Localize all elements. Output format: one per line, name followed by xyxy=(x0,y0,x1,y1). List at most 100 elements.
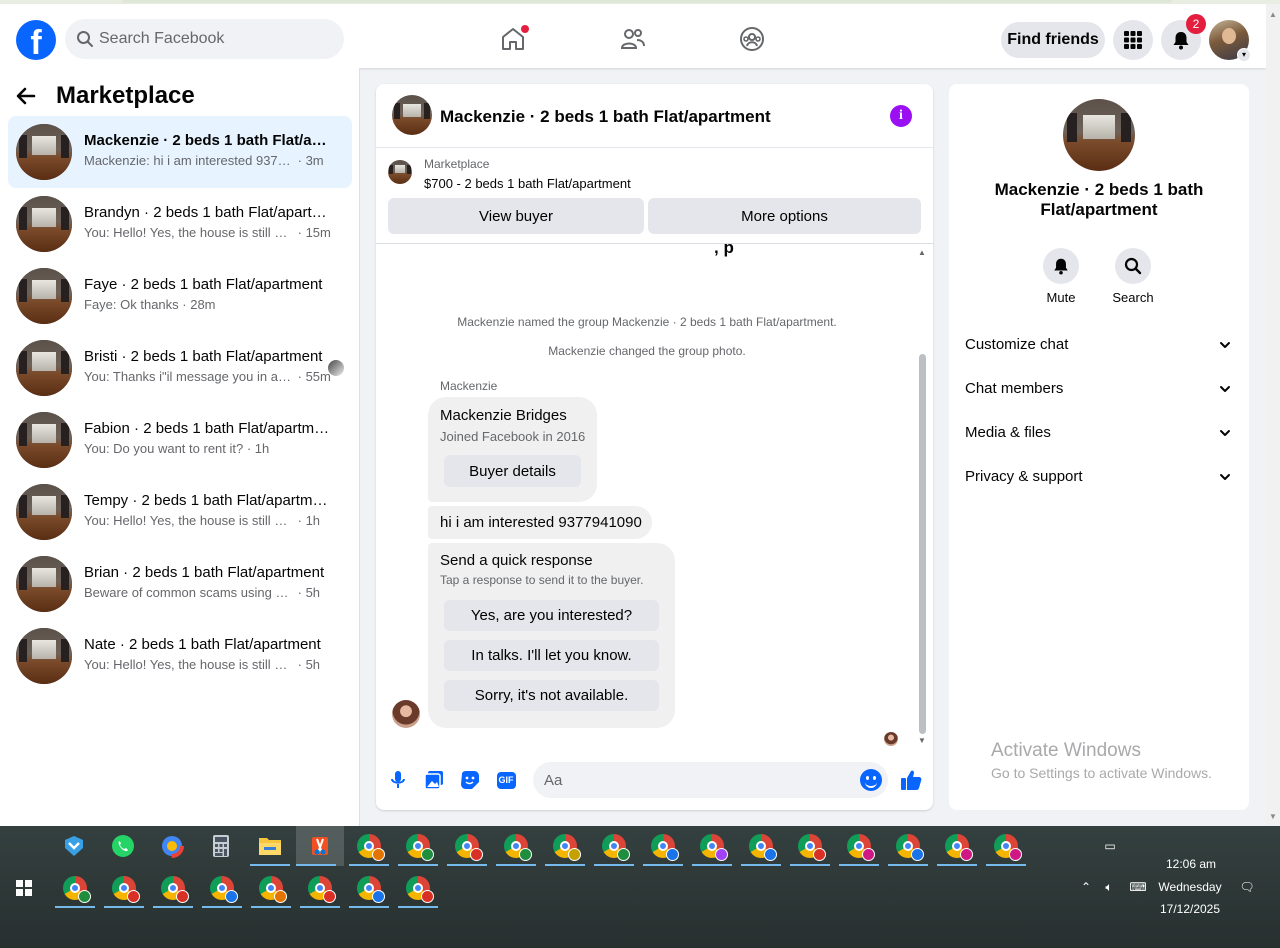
chrome-profile-icon[interactable] xyxy=(643,826,683,866)
clock-date[interactable]: 17/12/2025 xyxy=(1154,902,1226,916)
chat-title[interactable]: Mackenzie · 2 beds 1 bath Flat/apartment xyxy=(440,107,771,127)
conversation-item[interactable]: Faye · 2 beds 1 bath Flat/apartment Faye:… xyxy=(8,260,352,332)
chrome-profile-icon[interactable] xyxy=(545,826,585,866)
chrome-profile-icon[interactable] xyxy=(398,868,438,908)
emoji-icon[interactable] xyxy=(860,769,882,791)
buyer-card-bubble: Mackenzie Bridges Joined Facebook in 201… xyxy=(428,397,597,502)
message-thread[interactable]: , p Mackenzie named the group Mackenzie … xyxy=(376,238,933,750)
clock-time[interactable]: 12:06 am xyxy=(1160,857,1222,871)
conversation-item[interactable]: Tempy · 2 beds 1 bath Flat/apartment You:… xyxy=(8,476,352,548)
preview-time: 1h xyxy=(254,441,270,456)
quick-response-button[interactable]: In talks. I'll let you know. xyxy=(444,640,659,671)
view-buyer-button[interactable]: View buyer xyxy=(388,198,644,234)
chat-group-photo[interactable] xyxy=(392,95,432,135)
chrome-profile-icon[interactable] xyxy=(839,826,879,866)
scroll-up-arrow-icon[interactable]: ▲ xyxy=(1269,10,1277,19)
scrollbar-thumb[interactable] xyxy=(919,354,926,734)
conversation-item[interactable]: Brandyn · 2 beds 1 bath Flat/apartment Yo… xyxy=(8,188,352,260)
listing-thumbnail xyxy=(16,484,72,540)
quick-response-button[interactable]: Yes, are you interested? xyxy=(444,600,659,631)
clock-day[interactable]: Wednesday xyxy=(1154,880,1226,894)
search-conversation-button[interactable]: Search xyxy=(1103,248,1163,305)
file-explorer-icon[interactable] xyxy=(250,826,290,866)
chat-members-row[interactable]: Chat members xyxy=(957,369,1241,409)
chrome-profile-icon[interactable] xyxy=(888,826,928,866)
scroll-down-arrow-icon[interactable]: ▼ xyxy=(918,736,926,745)
nav-home-button[interactable] xyxy=(489,16,537,62)
chrome-profile-icon[interactable] xyxy=(790,826,830,866)
chrome-profile-icon[interactable] xyxy=(251,868,291,908)
thumbs-up-icon[interactable] xyxy=(899,768,923,792)
snipping-tool-icon[interactable] xyxy=(296,826,344,866)
back-arrow-icon[interactable] xyxy=(16,80,48,112)
preview-time: 28m xyxy=(190,297,216,312)
chrome-profile-icon[interactable] xyxy=(153,868,193,908)
conversation-item[interactable]: Fabion · 2 beds 1 bath Flat/apartment You… xyxy=(8,404,352,476)
chrome-profile-icon[interactable] xyxy=(55,868,95,908)
chrome-profile-icon[interactable] xyxy=(202,868,242,908)
google-app-icon[interactable] xyxy=(152,826,192,866)
search-input[interactable] xyxy=(99,19,339,59)
chrome-profile-icon[interactable] xyxy=(349,826,389,866)
group-photo[interactable] xyxy=(1063,99,1135,171)
chrome-profile-icon[interactable] xyxy=(300,868,340,908)
desktop-icon[interactable]: ▭ xyxy=(1101,838,1119,854)
preview-message: Mackenzie: hi i am interested 9377941090 xyxy=(84,153,294,168)
whatsapp-icon[interactable] xyxy=(103,826,143,866)
mute-button[interactable]: Mute xyxy=(1031,248,1091,305)
chrome-profile-icon[interactable] xyxy=(594,826,634,866)
message-scrollbar[interactable]: ▲ ▼ xyxy=(918,248,927,745)
windows-start-icon[interactable] xyxy=(16,880,32,896)
message-input-box[interactable] xyxy=(533,762,888,798)
conversation-item[interactable]: Mackenzie · 2 beds 1 bath Flat/apartment… xyxy=(8,116,352,188)
quick-response-bubble: Send a quick response Tap a response to … xyxy=(428,543,675,728)
section-label: Chat members xyxy=(965,380,1064,397)
conversation-item[interactable]: Bristi · 2 beds 1 bath Flat/apartment You… xyxy=(8,332,352,404)
action-center-icon[interactable]: 🗨︎ xyxy=(1238,879,1256,895)
chrome-profile-icon[interactable] xyxy=(496,826,536,866)
message-input[interactable] xyxy=(544,762,844,798)
volume-icon[interactable]: 🔈︎ xyxy=(1100,879,1118,895)
sticker-icon[interactable] xyxy=(459,769,481,791)
chrome-profile-icon[interactable] xyxy=(937,826,977,866)
more-options-button[interactable]: More options xyxy=(648,198,921,234)
listing-price[interactable]: $700 - 2 beds 1 bath Flat/apartment xyxy=(424,176,631,191)
menu-button[interactable] xyxy=(1113,20,1153,60)
account-chevron-down-icon[interactable]: ▾ xyxy=(1237,48,1251,62)
chrome-profile-icon[interactable] xyxy=(447,826,487,866)
find-friends-button[interactable]: Find friends xyxy=(1001,22,1105,58)
nav-groups-button[interactable] xyxy=(728,16,776,62)
scroll-up-arrow-icon[interactable]: ▲ xyxy=(918,248,926,257)
facebook-logo-icon[interactable]: f xyxy=(16,20,56,60)
photo-icon[interactable] xyxy=(423,769,445,791)
gif-icon[interactable]: GIF xyxy=(495,769,517,791)
message-bubble[interactable]: hi i am interested 9377941090 xyxy=(428,506,652,539)
conversation-item[interactable]: Brian · 2 beds 1 bath Flat/apartment Bewa… xyxy=(8,548,352,620)
avatar-face xyxy=(1222,28,1236,44)
calculator-icon[interactable] xyxy=(201,826,241,866)
chat-details-panel: Mackenzie · 2 beds 1 bath Flat/apartment… xyxy=(949,84,1249,810)
info-icon[interactable]: i xyxy=(890,105,912,127)
microphone-icon[interactable] xyxy=(387,769,409,791)
search-box[interactable] xyxy=(65,19,344,59)
app-icon[interactable] xyxy=(54,826,94,866)
buyer-details-button[interactable]: Buyer details xyxy=(444,455,581,487)
show-hidden-icons-chevron-up-icon[interactable]: ⌃ xyxy=(1077,879,1095,895)
chrome-profile-icon[interactable] xyxy=(104,868,144,908)
customize-chat-row[interactable]: Customize chat xyxy=(957,325,1241,365)
quick-response-button[interactable]: Sorry, it's not available. xyxy=(444,680,659,711)
chevron-down-icon xyxy=(1220,386,1230,392)
window-scrollbar[interactable]: ▲ ▼ xyxy=(1266,4,1280,826)
nav-friends-button[interactable] xyxy=(609,16,657,62)
chrome-profile-icon[interactable] xyxy=(349,868,389,908)
sender-avatar[interactable] xyxy=(392,700,420,728)
chrome-profile-icon[interactable] xyxy=(986,826,1026,866)
media-files-row[interactable]: Media & files xyxy=(957,413,1241,453)
chrome-profile-icon[interactable] xyxy=(398,826,438,866)
conversation-item[interactable]: Nate · 2 beds 1 bath Flat/apartment You: … xyxy=(8,620,352,692)
chrome-profile-icon[interactable] xyxy=(692,826,732,866)
keyboard-icon[interactable]: ⌨︎ xyxy=(1127,879,1149,895)
chrome-profile-icon[interactable] xyxy=(741,826,781,866)
scroll-down-arrow-icon[interactable]: ▼ xyxy=(1269,812,1277,821)
privacy-support-row[interactable]: Privacy & support xyxy=(957,457,1241,497)
